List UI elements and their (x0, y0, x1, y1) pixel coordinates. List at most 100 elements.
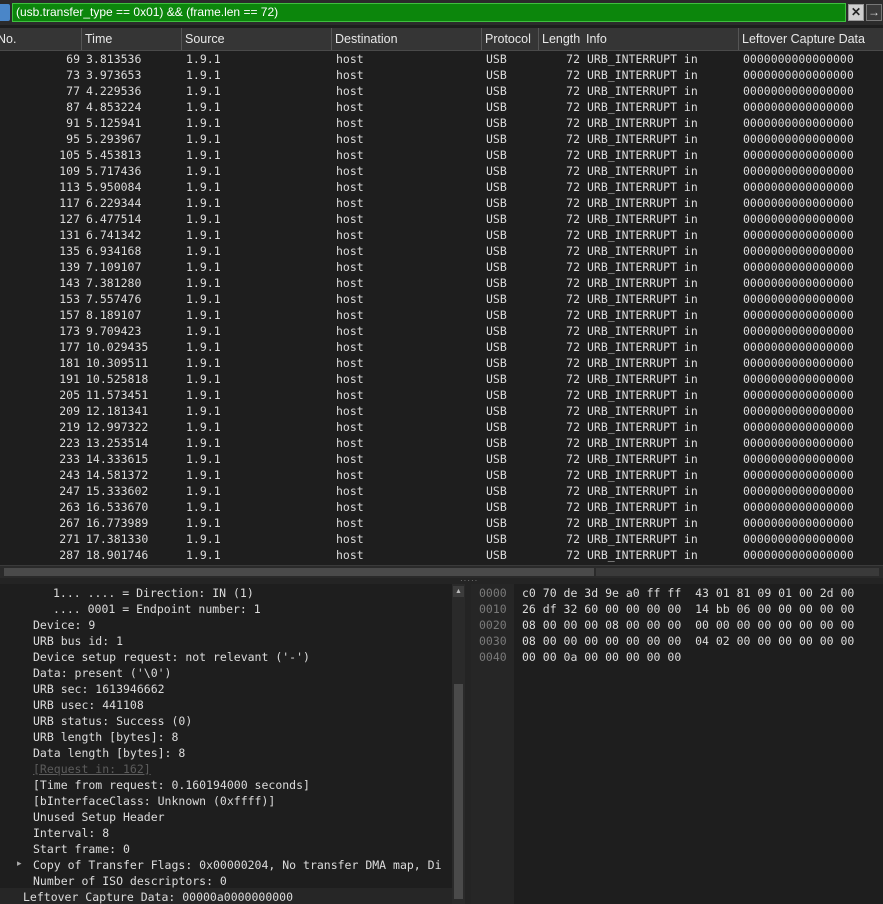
filter-bookmark-icon[interactable] (0, 4, 10, 21)
packet-row[interactable]: 105 5.453813 1.9.1 host USB 72 URB_INTERRUPT i… (0, 147, 883, 163)
packet-destination: host (336, 420, 364, 434)
packet-list[interactable]: No. Time Source Destination Protocol Len… (0, 28, 883, 565)
detail-field[interactable]: Unused Setup Header (33, 809, 165, 825)
packet-protocol: USB (486, 244, 507, 258)
detail-field[interactable]: Leftover Capture Data: 00000a0000000000 (23, 889, 293, 904)
column-header-info[interactable]: Info (583, 28, 738, 50)
detail-field[interactable]: Start frame: 0 (33, 841, 130, 857)
detail-field[interactable]: [Request in: 162] (33, 761, 151, 777)
detail-field[interactable]: URB usec: 441108 (33, 697, 144, 713)
packet-row[interactable]: 287 18.901746 1.9.1 host USB 72 URB_INTERRUPT … (0, 547, 883, 563)
packet-row[interactable]: 233 14.333615 1.9.1 host USB 72 URB_INTERRUPT … (0, 451, 883, 467)
packet-row[interactable]: 139 7.109107 1.9.1 host USB 72 URB_INTERRUPT i… (0, 259, 883, 275)
packet-row[interactable]: 271 17.381330 1.9.1 host USB 72 URB_INTERRUPT … (0, 531, 883, 547)
byte-hex-row[interactable]: 26 df 32 60 00 00 00 00 14 bb 06 00 00 0… (522, 601, 854, 617)
packet-row[interactable]: 77 4.229536 1.9.1 host USB 72 URB_INTERRUPT in… (0, 83, 883, 99)
packet-number: 173 (59, 324, 80, 338)
packet-number: 177 (59, 340, 80, 354)
detail-field[interactable]: URB length [bytes]: 8 (33, 729, 178, 745)
packet-row[interactable]: 267 16.773989 1.9.1 host USB 72 URB_INTERRUPT … (0, 515, 883, 531)
packet-details-pane[interactable]: 1... .... = Direction: IN (1).... 0001 =… (0, 584, 452, 904)
packet-row[interactable]: 131 6.741342 1.9.1 host USB 72 URB_INTERRUPT i… (0, 227, 883, 243)
packet-row[interactable]: 153 7.557476 1.9.1 host USB 72 URB_INTERRUPT i… (0, 291, 883, 307)
byte-hex-row[interactable]: 00 00 0a 00 00 00 00 00 (522, 649, 681, 665)
packet-time: 5.950084 (86, 180, 142, 194)
packet-bytes-pane[interactable]: 0000 c0 70 de 3d 9e a0 ff ff 43 01 81 09 … (471, 584, 883, 904)
packet-row[interactable]: 209 12.181341 1.9.1 host USB 72 URB_INTERRUPT … (0, 403, 883, 419)
detail-field[interactable]: [bInterfaceClass: Unknown (0xffff)] (33, 793, 275, 809)
detail-field[interactable]: Interval: 8 (33, 825, 109, 841)
column-header-source[interactable]: Source (181, 28, 331, 50)
column-header-length[interactable]: Length (538, 28, 583, 50)
byte-hex-row[interactable]: 08 00 00 00 08 00 00 00 00 00 00 00 00 0… (522, 617, 854, 633)
packet-info: URB_INTERRUPT in (587, 212, 698, 226)
byte-hex-row[interactable]: 08 00 00 00 00 00 00 00 04 02 00 00 00 0… (522, 633, 854, 649)
column-header-leftover-capture-data[interactable]: Leftover Capture Data (738, 28, 883, 50)
packet-row[interactable]: 117 6.229344 1.9.1 host USB 72 URB_INTERRUPT i… (0, 195, 883, 211)
packet-row[interactable]: 95 5.293967 1.9.1 host USB 72 URB_INTERRUPT in… (0, 131, 883, 147)
packet-leftover-capture-data: 0000000000000000 (743, 372, 854, 386)
packet-list-horizontal-scrollbar[interactable] (0, 565, 883, 578)
packet-row[interactable]: 243 14.581372 1.9.1 host USB 72 URB_INTERRUPT … (0, 467, 883, 483)
column-header-destination[interactable]: Destination (331, 28, 481, 50)
packet-row[interactable]: 69 3.813536 1.9.1 host USB 72 URB_INTERRUPT in… (0, 51, 883, 67)
apply-filter-button[interactable]: → (866, 4, 882, 21)
detail-field[interactable]: URB bus id: 1 (33, 633, 123, 649)
packet-length: 72 (566, 420, 580, 434)
packet-length: 72 (566, 372, 580, 386)
packet-number: 271 (59, 532, 80, 546)
detail-field[interactable]: 1... .... = Direction: IN (1) (53, 585, 254, 601)
packet-row[interactable]: 177 10.029435 1.9.1 host USB 72 URB_INTERRUPT … (0, 339, 883, 355)
packet-row[interactable]: 191 10.525818 1.9.1 host USB 72 URB_INTERRUPT … (0, 371, 883, 387)
packet-row[interactable]: 135 6.934168 1.9.1 host USB 72 URB_INTERRUPT i… (0, 243, 883, 259)
packet-row[interactable]: 263 16.533670 1.9.1 host USB 72 URB_INTERRUPT … (0, 499, 883, 515)
detail-field[interactable]: Copy of Transfer Flags: 0x00000204, No t… (33, 857, 442, 873)
packet-row[interactable]: 109 5.717436 1.9.1 host USB 72 URB_INTERRUPT i… (0, 163, 883, 179)
detail-field[interactable]: Device setup request: not relevant ('-') (33, 649, 310, 665)
detail-field[interactable]: [Time from request: 0.160194000 seconds] (33, 777, 310, 793)
packet-destination: host (336, 292, 364, 306)
display-filter-input[interactable]: (usb.transfer_type == 0x01) && (frame.le… (12, 3, 846, 22)
packet-leftover-capture-data: 0000000000000000 (743, 164, 854, 178)
detail-field[interactable]: .... 0001 = Endpoint number: 1 (53, 601, 261, 617)
details-vertical-scrollbar[interactable]: ▲ (452, 584, 465, 904)
packet-row[interactable]: 113 5.950084 1.9.1 host USB 72 URB_INTERRUPT i… (0, 179, 883, 195)
packet-row[interactable]: 157 8.189107 1.9.1 host USB 72 URB_INTERRUPT i… (0, 307, 883, 323)
packet-row[interactable]: 143 7.381280 1.9.1 host USB 72 URB_INTERRUPT i… (0, 275, 883, 291)
packet-row[interactable]: 219 12.997322 1.9.1 host USB 72 URB_INTERRUPT … (0, 419, 883, 435)
column-header-protocol[interactable]: Protocol (481, 28, 538, 50)
packet-time: 6.741342 (86, 228, 142, 242)
packet-protocol: USB (486, 212, 507, 226)
detail-field[interactable]: Data length [bytes]: 8 (33, 745, 185, 761)
expand-arrow-icon[interactable]: ▸ (17, 858, 22, 869)
packet-row[interactable]: 91 5.125941 1.9.1 host USB 72 URB_INTERRUPT in… (0, 115, 883, 131)
detail-field[interactable]: URB status: Success (0) (33, 713, 192, 729)
vertical-scrollbar-thumb[interactable] (454, 684, 463, 899)
byte-offset: 0040 (479, 650, 507, 664)
packet-destination: host (336, 356, 364, 370)
detail-field[interactable]: Number of ISO descriptors: 0 (33, 873, 227, 889)
packet-row[interactable]: 247 15.333602 1.9.1 host USB 72 URB_INTERRUPT … (0, 483, 883, 499)
column-header-time[interactable]: Time (81, 28, 181, 50)
packet-info: URB_INTERRUPT in (587, 308, 698, 322)
scroll-up-icon[interactable]: ▲ (453, 586, 464, 597)
packet-protocol: USB (486, 260, 507, 274)
packet-destination: host (336, 548, 364, 562)
column-header-no[interactable]: No. (0, 28, 80, 50)
packet-leftover-capture-data: 0000000000000000 (743, 484, 854, 498)
packet-row[interactable]: 87 4.853224 1.9.1 host USB 72 URB_INTERRUPT in… (0, 99, 883, 115)
packet-row[interactable]: 205 11.573451 1.9.1 host USB 72 URB_INTERRUPT … (0, 387, 883, 403)
byte-hex-row[interactable]: c0 70 de 3d 9e a0 ff ff 43 01 81 09 01 0… (522, 585, 854, 601)
packet-row[interactable]: 181 10.309511 1.9.1 host USB 72 URB_INTERRUPT … (0, 355, 883, 371)
packet-time: 6.934168 (86, 244, 142, 258)
detail-field[interactable]: Data: present ('\0') (33, 665, 171, 681)
detail-field[interactable]: Device: 9 (33, 617, 95, 633)
clear-filter-button[interactable]: ✕ (848, 4, 864, 21)
packet-row[interactable]: 173 9.709423 1.9.1 host USB 72 URB_INTERRUPT i… (0, 323, 883, 339)
horizontal-scrollbar-thumb[interactable] (4, 568, 594, 576)
packet-row[interactable]: 127 6.477514 1.9.1 host USB 72 URB_INTERRUPT i… (0, 211, 883, 227)
packet-row[interactable]: 73 3.973653 1.9.1 host USB 72 URB_INTERRUPT in… (0, 67, 883, 83)
packet-row[interactable]: 223 13.253514 1.9.1 host USB 72 URB_INTERRUPT … (0, 435, 883, 451)
detail-field[interactable]: URB sec: 1613946662 (33, 681, 165, 697)
packet-time: 11.573451 (86, 388, 149, 402)
